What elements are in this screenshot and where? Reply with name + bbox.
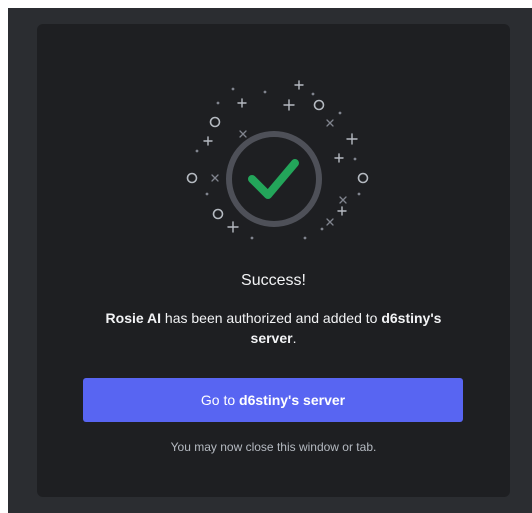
- close-window-hint: You may now close this window or tab.: [170, 440, 377, 454]
- server-owner-name: d6stiny's: [381, 310, 442, 326]
- dot-icon: [195, 149, 199, 153]
- sparkle-icon: [227, 221, 239, 233]
- checkmark-badge: [226, 131, 322, 227]
- ring-icon: [357, 172, 369, 184]
- button-server-name: d6stiny's server: [239, 392, 346, 408]
- dot-icon: [216, 101, 220, 105]
- server-word: server: [250, 330, 293, 346]
- message-middle-text: has been authorized and added to: [161, 310, 382, 326]
- success-ring-icon: [226, 131, 322, 227]
- dot-icon: [353, 157, 357, 161]
- cross-icon: [326, 218, 334, 226]
- ring-icon: [186, 172, 198, 184]
- cross-icon: [239, 130, 247, 138]
- go-to-server-button[interactable]: Go to d6stiny's server: [83, 378, 463, 422]
- authorization-message: Rosie AI has been authorized and added t…: [77, 308, 470, 348]
- app-name: Rosie AI: [105, 310, 162, 326]
- ring-icon: [313, 99, 325, 111]
- success-illustration: [186, 80, 369, 240]
- sparkle-icon: [283, 99, 295, 111]
- dot-icon: [357, 192, 361, 196]
- dot-icon: [303, 236, 307, 240]
- cross-icon: [326, 119, 334, 127]
- dot-icon: [338, 111, 342, 115]
- message-end-punctuation: .: [292, 330, 297, 346]
- dot-icon: [250, 236, 254, 240]
- dot-icon: [231, 87, 235, 91]
- dot-icon: [263, 90, 267, 94]
- sparkle-icon: [237, 98, 247, 108]
- sparkle-icon: [334, 153, 344, 163]
- page-background: Success! Rosie AI has been authorized an…: [8, 8, 532, 513]
- cross-icon: [211, 174, 219, 182]
- sparkle-icon: [203, 136, 213, 146]
- authorization-card: Success! Rosie AI has been authorized an…: [37, 24, 510, 497]
- dot-icon: [205, 192, 209, 196]
- sparkle-icon: [337, 206, 347, 216]
- sparkle-icon: [346, 133, 358, 145]
- dot-icon: [311, 92, 315, 96]
- ring-icon: [209, 116, 221, 128]
- cross-icon: [339, 196, 347, 204]
- dot-icon: [320, 227, 324, 231]
- ring-icon: [212, 208, 224, 220]
- sparkle-icon: [294, 80, 304, 90]
- button-prefix: Go to: [200, 392, 240, 408]
- success-title: Success!: [241, 272, 306, 289]
